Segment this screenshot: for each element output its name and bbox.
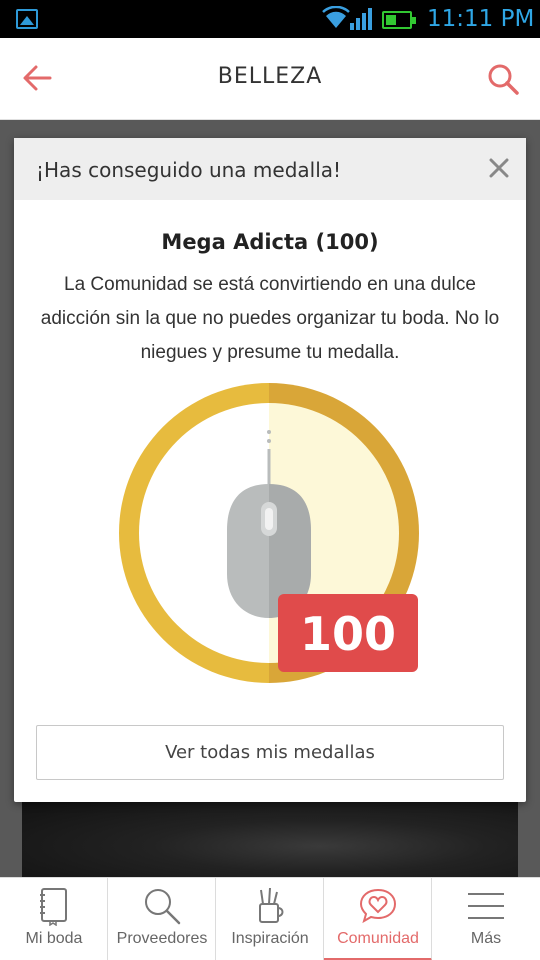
background-photo: [22, 800, 518, 877]
nav-item-inspiracion[interactable]: Inspiración: [216, 878, 324, 960]
heart-chat-icon: [359, 888, 397, 924]
medal-badge: 100: [119, 383, 419, 683]
medal-name: Mega Adicta (100): [161, 230, 379, 254]
dialog-title: ¡Has conseguido una medalla!: [36, 158, 342, 182]
nav-label: Inspiración: [231, 930, 309, 947]
bottom-navigation: Mi boda Proveedores Inspiración Comunida…: [0, 877, 540, 960]
page-title: BELLEZA: [217, 64, 323, 89]
nav-item-comunidad[interactable]: Comunidad: [324, 878, 432, 960]
gallery-notification-icon: [16, 9, 38, 29]
nav-item-proveedores[interactable]: Proveedores: [108, 878, 216, 960]
medal-dialog: ¡Has conseguido una medalla! Mega Adicta…: [14, 138, 526, 802]
nav-item-mi-boda[interactable]: Mi boda: [0, 878, 108, 960]
app-bar: BELLEZA: [0, 38, 540, 120]
hamburger-menu-icon: [468, 893, 504, 919]
nav-label: Mi boda: [25, 930, 83, 947]
view-all-medals-button[interactable]: Ver todas mis medallas: [36, 725, 504, 780]
wifi-icon: [322, 6, 350, 28]
nav-item-mas[interactable]: Más: [432, 878, 540, 960]
pencil-cup-icon: [259, 887, 284, 923]
dialog-header: ¡Has conseguido una medalla!: [14, 138, 526, 200]
close-icon[interactable]: [488, 157, 510, 179]
battery-icon: [382, 11, 416, 29]
signal-icon: [350, 8, 372, 30]
nav-label: Comunidad: [337, 930, 419, 947]
nav-label: Proveedores: [116, 930, 208, 947]
status-time: 11:11 PM: [427, 6, 535, 32]
status-bar: 11:11 PM: [0, 0, 540, 38]
nav-label: Más: [470, 930, 502, 947]
search-icon[interactable]: [486, 62, 520, 96]
notebook-icon: [40, 888, 67, 926]
badge-count: 100: [300, 607, 396, 661]
search-icon: [145, 889, 181, 925]
badge-count-tag: 100: [278, 594, 418, 672]
medal-description: La Comunidad se está convirtiendo en una…: [40, 274, 500, 363]
